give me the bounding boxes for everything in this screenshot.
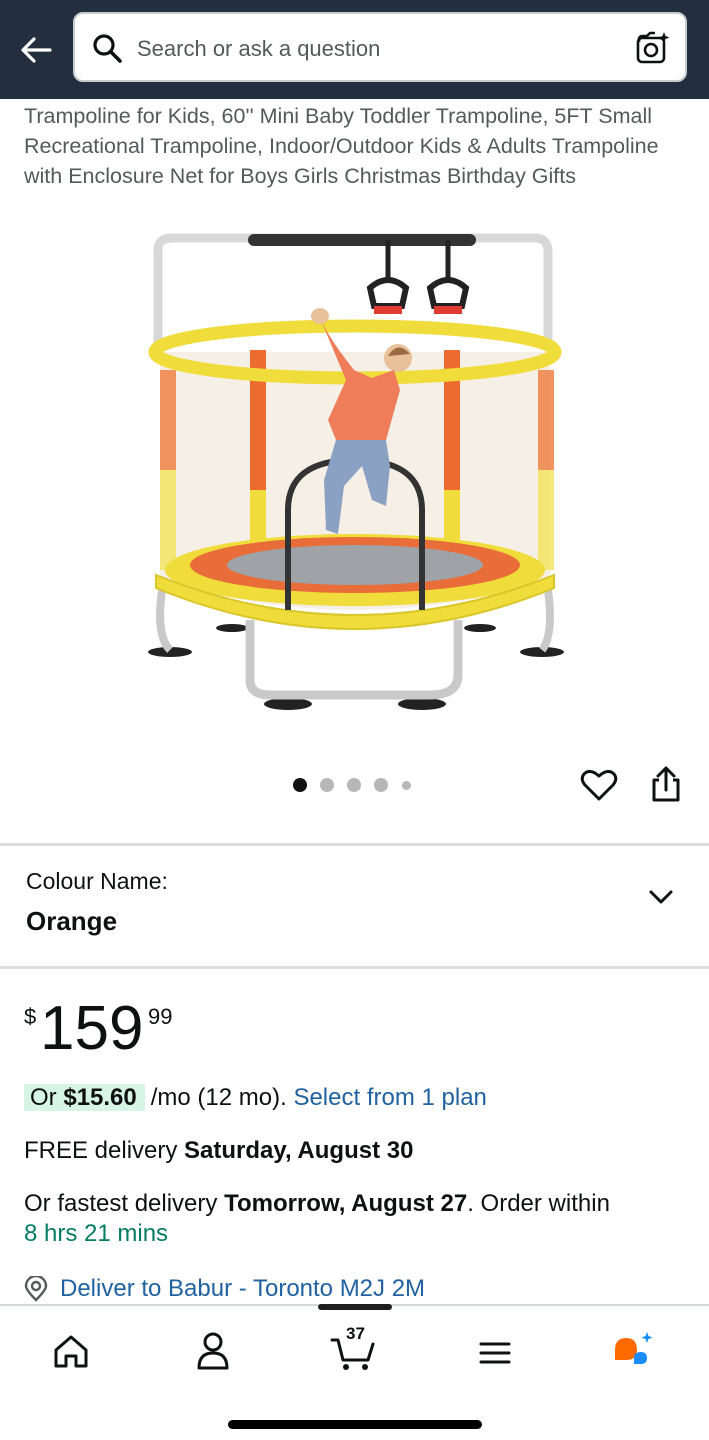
location-pin-icon xyxy=(24,1274,48,1302)
cart-icon[interactable]: 37 xyxy=(328,1324,378,1372)
carousel-dot-4[interactable] xyxy=(374,778,388,792)
product-image[interactable] xyxy=(140,230,570,720)
select-plan-link[interactable]: Select from 1 plan xyxy=(293,1084,486,1111)
home-icon[interactable] xyxy=(46,1328,96,1372)
fastest-delivery-label: Or fastest delivery xyxy=(24,1190,218,1217)
monthly-amount: $15.60 xyxy=(63,1084,137,1111)
back-arrow-icon[interactable] xyxy=(16,30,56,70)
free-delivery-line: FREE delivery Saturday, August 30 xyxy=(24,1136,413,1166)
deliver-to-text: Deliver to Babur - Toronto M2J 2M xyxy=(60,1275,426,1302)
price-fraction: 99 xyxy=(148,1004,173,1029)
home-indicator-bar xyxy=(228,1420,482,1429)
bottom-navigation: 37 xyxy=(0,1304,709,1440)
divider xyxy=(0,843,709,846)
carousel-dot-5[interactable] xyxy=(402,781,411,790)
share-icon[interactable] xyxy=(648,764,684,804)
chevron-down-icon[interactable] xyxy=(646,884,676,910)
fastest-delivery-line: Or fastest delivery Tomorrow, August 27.… xyxy=(24,1189,694,1249)
fastest-delivery-date: Tomorrow, August 27 xyxy=(224,1190,468,1217)
carousel-dot-1[interactable] xyxy=(293,778,307,792)
carousel-dot-2[interactable] xyxy=(320,778,334,792)
divider xyxy=(0,966,709,969)
search-input[interactable]: Search or ask a question xyxy=(73,12,687,82)
rufus-icon[interactable] xyxy=(610,1328,660,1372)
heart-icon[interactable] xyxy=(580,766,618,804)
free-delivery-date: Saturday, August 30 xyxy=(184,1137,414,1164)
top-header: Search or ask a question xyxy=(0,0,709,99)
deliver-to-link[interactable]: Deliver to Babur - Toronto M2J 2M xyxy=(60,1274,425,1304)
active-tab-indicator xyxy=(318,1304,392,1310)
account-icon[interactable] xyxy=(188,1328,238,1372)
order-within-label: . Order within xyxy=(467,1190,610,1217)
price-whole: 159 xyxy=(40,994,144,1063)
monthly-payment-line: Or $15.60/mo (12 mo). Select from 1 plan xyxy=(24,1083,487,1113)
camera-lens-icon[interactable] xyxy=(633,30,671,68)
carousel-dot-3[interactable] xyxy=(347,778,361,792)
colour-label: Colour Name: xyxy=(26,868,168,894)
finance-prefix: Or xyxy=(30,1084,57,1111)
free-delivery-label: FREE delivery xyxy=(24,1137,178,1164)
colour-value: Orange xyxy=(26,906,118,936)
monthly-payment-badge: Or $15.60 xyxy=(24,1084,145,1111)
finance-term: /mo (12 mo). xyxy=(150,1084,287,1111)
delivery-countdown: 8 hrs 21 mins xyxy=(24,1220,169,1247)
price-currency: $ xyxy=(24,1004,37,1029)
search-placeholder: Search or ask a question xyxy=(137,36,381,61)
menu-icon[interactable] xyxy=(470,1328,520,1372)
search-icon xyxy=(91,32,125,66)
product-title[interactable]: Trampoline for Kids, 60'' Mini Baby Todd… xyxy=(24,101,694,191)
